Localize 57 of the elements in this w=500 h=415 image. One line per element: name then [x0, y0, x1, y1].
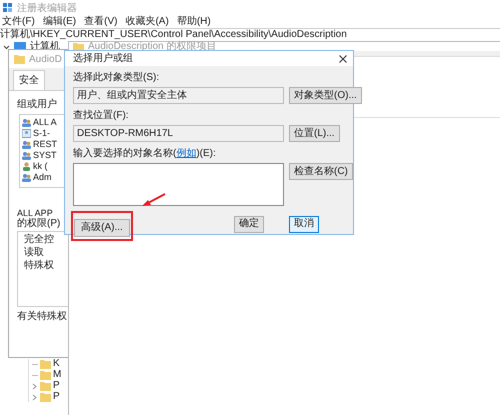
close-icon[interactable]: [339, 54, 347, 62]
tab[interactable]: 安全: [13, 70, 45, 90]
users-icon: [22, 150, 31, 160]
tree-item[interactable]: P: [53, 381, 60, 391]
advanced-button[interactable]: 高级(A)...: [74, 219, 130, 237]
menu-item[interactable]: 编辑(E): [42, 17, 76, 27]
menu-item[interactable]: 收藏夹(A): [125, 17, 169, 27]
field-label: ALL APP: [17, 208, 54, 218]
check-names-button[interactable]: 检查名称(C): [289, 163, 353, 180]
computer-icon: [14, 42, 26, 52]
field-label: 组或用户: [17, 98, 58, 112]
permission-name: 完全控: [24, 235, 55, 245]
list-item[interactable]: REST: [22, 139, 69, 149]
window-title: 注册表编辑器: [17, 2, 77, 16]
tree-line-icon: [32, 374, 38, 376]
field-label: 输入要选择的对象名称(例如)(E):: [73, 148, 217, 160]
ok-button[interactable]: 确定: [234, 216, 264, 232]
chevron-icon[interactable]: [3, 44, 10, 50]
users-icon: [22, 118, 31, 126]
menu-item[interactable]: 文件(F): [2, 17, 35, 27]
locations-button[interactable]: 位置(L)...: [289, 125, 340, 142]
permission-name: 读取: [24, 248, 45, 258]
menu-item[interactable]: 查看(V): [84, 17, 118, 27]
registry-editor-icon: [3, 3, 13, 13]
cancel-button[interactable]: 取消: [289, 216, 319, 232]
field-label: 的权限(P): [17, 218, 62, 229]
object-type-field: 用户、组或内置安全主体: [73, 87, 284, 104]
object-type-button[interactable]: 对象类型(O)...: [289, 87, 362, 104]
dialog-title: 选择用户或组: [73, 52, 133, 66]
folder-icon: [40, 370, 51, 380]
examples-link[interactable]: 例如: [176, 148, 196, 159]
field-label: 选择此对象类型(S):: [73, 72, 160, 84]
list-item[interactable]: Adm: [22, 172, 69, 182]
tree-item[interactable]: K: [53, 359, 60, 369]
list-item[interactable]: ALL A: [22, 117, 69, 127]
users-icon: [22, 140, 31, 148]
location-field: DESKTOP-RM6H17L: [73, 125, 284, 142]
unknown-user-icon: [22, 128, 31, 138]
dialog-title: AudioD: [29, 52, 62, 66]
help-text: 有关特殊权: [17, 310, 68, 324]
permission-name: 特殊权: [24, 261, 55, 271]
field-label: 查找位置(F):: [73, 110, 130, 122]
object-names-field[interactable]: [73, 163, 284, 206]
annotation-arrow: [142, 193, 166, 207]
folder-icon: [40, 392, 51, 402]
list-item[interactable]: SYST: [22, 150, 69, 160]
tree-item[interactable]: M: [53, 370, 62, 380]
user-icon: [22, 162, 31, 170]
folder-icon: [14, 54, 25, 64]
folder-icon: [40, 381, 51, 391]
address-bar[interactable]: 计算机\HKEY_CURRENT_USER\Control Panel\Accessibility\AudioDescription: [0, 29, 347, 41]
list-item[interactable]: S-1-: [22, 128, 69, 138]
users-icon: [22, 172, 31, 182]
tree-item[interactable]: P: [53, 392, 60, 402]
list-item[interactable]: kk (: [22, 161, 69, 171]
window-title: AudioDescription 的权限项目: [88, 42, 216, 52]
menu-item[interactable]: 帮助(H): [176, 17, 211, 27]
